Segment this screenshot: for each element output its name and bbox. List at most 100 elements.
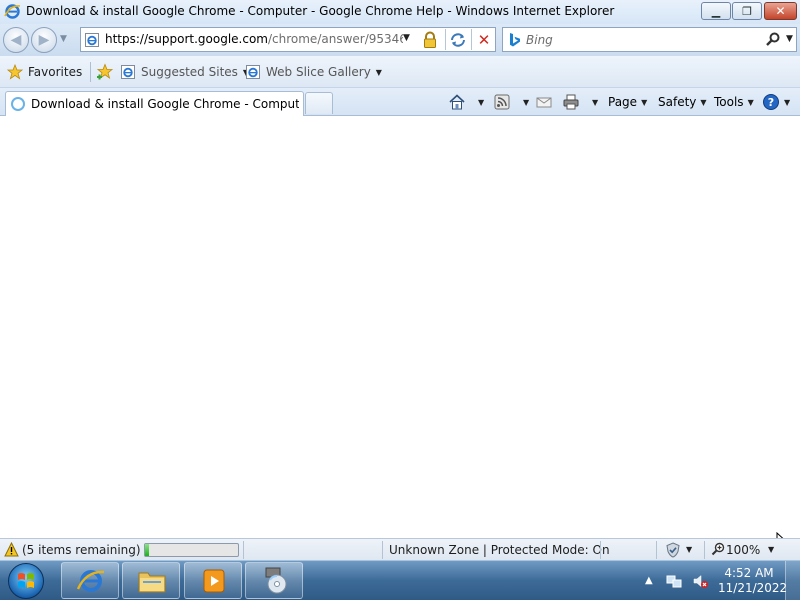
chevron-down-icon: ▼ (641, 97, 648, 107)
progress-fill (145, 544, 149, 556)
ie-logo-icon (4, 4, 21, 19)
close-icon: ✕ (775, 4, 786, 18)
media-player-icon (203, 569, 225, 593)
dvd-maker-icon (265, 567, 287, 594)
search-options-dropdown[interactable]: ▼ (786, 34, 793, 44)
windows-logo-icon (18, 573, 34, 588)
favorites-separator (90, 62, 91, 82)
tools-menu[interactable]: Tools ▼ (714, 92, 754, 112)
read-mail-button[interactable] (535, 92, 553, 112)
show-desktop-button[interactable] (785, 561, 800, 600)
status-separator (382, 541, 383, 559)
status-bar: (5 items remaining) Do Unknown Zone | Pr… (0, 538, 800, 560)
url-domain: support.google.com (148, 32, 268, 46)
chevron-down-icon: ▼ (747, 97, 754, 107)
restore-button[interactable]: ❐ (732, 2, 762, 20)
tab-title: Download & install Google Chrome - Compu… (31, 97, 299, 111)
warning-icon (4, 542, 19, 557)
status-separator (704, 541, 705, 559)
close-button[interactable]: ✕ (764, 2, 797, 20)
address-separator-2 (471, 29, 472, 50)
url-path: /chrome/answer/95346?hl= (267, 32, 403, 46)
read-mail-icon (536, 97, 552, 108)
print-button[interactable]: ▼ (562, 92, 598, 112)
page-menu-label: Page (608, 95, 638, 109)
bing-icon (510, 33, 520, 47)
favorites-item-suggested-sites[interactable]: Suggested Sites ▼ (120, 63, 249, 81)
loading-spinner-icon (11, 97, 25, 111)
taskbar-windows-explorer[interactable] (122, 562, 180, 599)
add-to-favorites-bar-icon[interactable] (96, 63, 114, 81)
help-icon: ? (763, 94, 779, 110)
status-separator (243, 541, 244, 559)
ie-page-icon (246, 65, 260, 79)
favorites-item-web-slice-gallery[interactable]: Web Slice Gallery ▼ (245, 63, 382, 81)
volume-muted-icon[interactable] (692, 573, 708, 589)
feeds-button[interactable]: ▼ (493, 92, 529, 112)
taskbar-media-player[interactable] (184, 562, 242, 599)
feeds-icon (494, 94, 510, 110)
tab-active[interactable]: Download & install Google Chrome - Compu… (5, 91, 304, 116)
home-icon (449, 94, 465, 110)
address-dropdown[interactable]: ▼ (403, 33, 410, 43)
address-separator (445, 29, 446, 50)
search-icon[interactable] (765, 31, 781, 47)
lock-icon[interactable] (421, 31, 439, 49)
search-box[interactable]: Bing ▼ (502, 27, 797, 52)
home-button[interactable]: ▼ (448, 92, 484, 112)
status-separator (656, 541, 657, 559)
page-content[interactable] (0, 116, 800, 553)
chevron-down-icon[interactable]: ▼ (686, 545, 692, 554)
search-placeholder: Bing (526, 33, 553, 47)
address-bar[interactable]: https://support.google.com/chrome/answer… (80, 27, 496, 52)
favorites-item-label: Web Slice Gallery (266, 65, 371, 79)
internet-explorer-icon (76, 570, 105, 592)
protected-mode-shield-icon[interactable] (665, 542, 681, 558)
taskbar-internet-explorer[interactable] (61, 562, 119, 599)
show-hidden-icons-button[interactable]: ▲ (645, 575, 653, 586)
back-icon: ◀ (10, 32, 22, 48)
refresh-icon[interactable] (449, 31, 467, 49)
chevron-down-icon: ▼ (784, 97, 791, 107)
forward-button[interactable]: ▶ (31, 27, 57, 53)
clock-date: 11/21/2022 (718, 581, 788, 595)
favorites-label: Favorites (28, 65, 83, 79)
zoom-icon[interactable] (711, 542, 725, 556)
svg-text:?: ? (768, 96, 774, 109)
start-button[interactable] (8, 563, 44, 599)
restore-icon: ❐ (742, 4, 752, 18)
url-prefix: https:// (105, 32, 149, 46)
favorites-button[interactable]: Favorites (7, 63, 82, 81)
window-title: Download & install Google Chrome - Compu… (26, 4, 615, 18)
chevron-down-icon: ▼ (375, 67, 382, 77)
chevron-down-icon[interactable]: ▼ (768, 545, 774, 554)
security-zone-text[interactable]: Unknown Zone | Protected Mode: On (389, 543, 610, 557)
favorites-bar: Favorites Suggested Sites ▼ Web Slice Ga… (0, 56, 800, 88)
tools-menu-label: Tools (714, 95, 744, 109)
url-text[interactable]: https://support.google.com/chrome/answer… (105, 32, 403, 48)
ie-page-icon (121, 65, 135, 79)
network-icon[interactable] (666, 573, 682, 589)
minimize-button[interactable]: ▁ (701, 2, 731, 20)
taskbar-dvd-maker[interactable] (245, 562, 303, 599)
recent-pages-dropdown[interactable]: ▼ (60, 34, 67, 44)
chevron-down-icon: ▼ (700, 97, 707, 107)
forward-icon: ▶ (38, 32, 50, 48)
zoom-level[interactable]: 100% (726, 543, 760, 557)
status-text: (5 items remaining) Do (22, 543, 142, 557)
address-toolbar: ◀ ▶ ▼ https://support.google.com/chrome/… (0, 24, 800, 56)
chevron-down-icon[interactable]: ▼ (592, 98, 598, 107)
chevron-down-icon[interactable]: ▼ (478, 98, 484, 107)
stop-icon[interactable]: ✕ (475, 31, 493, 49)
new-tab-button[interactable] (305, 92, 333, 114)
ie-page-icon (85, 33, 99, 47)
clock-time: 4:52 AM (724, 566, 774, 580)
folder-icon (138, 572, 166, 593)
status-separator (600, 541, 601, 559)
page-menu[interactable]: Page ▼ (608, 92, 647, 112)
safety-menu[interactable]: Safety ▼ (658, 92, 707, 112)
help-menu[interactable]: ? ▼ (762, 92, 790, 112)
back-button[interactable]: ◀ (3, 27, 29, 53)
chevron-down-icon[interactable]: ▼ (523, 98, 529, 107)
system-clock[interactable]: 4:52 AM 11/21/2022 (718, 566, 788, 596)
